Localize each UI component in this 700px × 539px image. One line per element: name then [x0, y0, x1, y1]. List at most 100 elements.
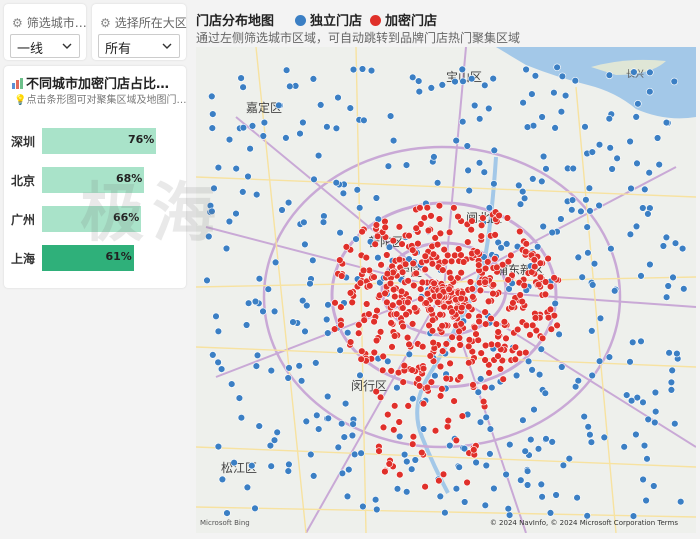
- store-marker[interactable]: [639, 475, 647, 484]
- store-marker[interactable]: [214, 327, 223, 335]
- store-marker[interactable]: [480, 168, 488, 176]
- store-marker[interactable]: [522, 65, 530, 74]
- store-marker[interactable]: [469, 381, 477, 389]
- store-marker[interactable]: [230, 459, 238, 467]
- store-marker[interactable]: [577, 207, 585, 216]
- store-marker[interactable]: [652, 407, 660, 416]
- store-marker[interactable]: [338, 469, 347, 477]
- store-marker[interactable]: [529, 321, 537, 329]
- store-marker[interactable]: [448, 333, 456, 341]
- store-marker[interactable]: [403, 488, 411, 496]
- store-marker[interactable]: [581, 123, 589, 131]
- store-marker[interactable]: [523, 123, 532, 131]
- store-marker[interactable]: [416, 204, 424, 212]
- store-marker[interactable]: [595, 201, 603, 210]
- store-marker[interactable]: [465, 342, 473, 351]
- store-marker[interactable]: [409, 259, 417, 268]
- store-marker[interactable]: [435, 477, 443, 485]
- store-marker[interactable]: [210, 184, 218, 193]
- store-marker[interactable]: [299, 118, 307, 127]
- store-marker[interactable]: [334, 93, 342, 102]
- store-marker[interactable]: [439, 266, 447, 274]
- store-marker[interactable]: [448, 308, 456, 316]
- store-marker[interactable]: [372, 387, 380, 396]
- store-marker[interactable]: [411, 456, 420, 464]
- bar-row[interactable]: 广州 66%: [4, 206, 184, 232]
- store-marker[interactable]: [244, 299, 253, 307]
- store-marker[interactable]: [482, 461, 490, 470]
- store-marker[interactable]: [353, 186, 362, 194]
- store-marker[interactable]: [477, 349, 485, 357]
- store-marker[interactable]: [441, 509, 449, 517]
- store-marker[interactable]: [303, 301, 311, 310]
- store-marker[interactable]: [511, 343, 520, 351]
- store-map[interactable]: 宝山区 嘉定区 闸北区 普陀区 长宁区 浦东新区 闵行区 松江区 长兴 Micr…: [196, 47, 696, 533]
- store-marker[interactable]: [389, 237, 398, 245]
- store-marker[interactable]: [584, 423, 592, 431]
- store-marker[interactable]: [402, 310, 410, 319]
- store-marker[interactable]: [620, 443, 628, 451]
- store-marker[interactable]: [444, 416, 453, 425]
- store-marker[interactable]: [331, 325, 339, 333]
- store-marker[interactable]: [365, 310, 373, 318]
- store-marker[interactable]: [393, 384, 401, 392]
- store-marker[interactable]: [489, 74, 497, 83]
- store-marker[interactable]: [410, 281, 418, 290]
- store-marker[interactable]: [469, 293, 477, 301]
- store-marker[interactable]: [284, 467, 293, 475]
- store-marker[interactable]: [391, 402, 399, 410]
- bar-row[interactable]: 上海 61%: [4, 245, 184, 271]
- store-marker[interactable]: [452, 136, 460, 145]
- store-marker[interactable]: [372, 194, 381, 202]
- store-marker[interactable]: [358, 347, 366, 355]
- store-marker[interactable]: [512, 371, 521, 380]
- store-marker[interactable]: [468, 75, 476, 83]
- store-marker[interactable]: [331, 299, 339, 307]
- store-marker[interactable]: [332, 179, 341, 187]
- store-marker[interactable]: [391, 292, 399, 301]
- store-marker[interactable]: [357, 355, 365, 363]
- store-marker[interactable]: [596, 314, 605, 322]
- store-marker[interactable]: [662, 233, 671, 242]
- store-marker[interactable]: [248, 462, 256, 470]
- store-marker[interactable]: [337, 321, 345, 329]
- store-marker[interactable]: [208, 92, 216, 101]
- store-marker[interactable]: [493, 263, 501, 272]
- store-marker[interactable]: [363, 300, 371, 308]
- store-marker[interactable]: [391, 332, 399, 340]
- store-marker[interactable]: [377, 261, 385, 269]
- store-marker[interactable]: [400, 361, 409, 370]
- store-marker[interactable]: [346, 104, 355, 112]
- store-marker[interactable]: [436, 492, 445, 501]
- store-marker[interactable]: [423, 204, 432, 212]
- store-marker[interactable]: [385, 460, 394, 468]
- store-marker[interactable]: [344, 329, 352, 337]
- store-marker[interactable]: [520, 281, 528, 290]
- store-marker[interactable]: [373, 505, 381, 514]
- store-marker[interactable]: [484, 297, 493, 306]
- store-marker[interactable]: [376, 393, 385, 401]
- store-marker[interactable]: [470, 446, 478, 454]
- store-marker[interactable]: [360, 116, 368, 125]
- region-select[interactable]: 所有: [98, 34, 180, 58]
- store-marker[interactable]: [411, 304, 419, 312]
- store-marker[interactable]: [539, 222, 547, 231]
- store-marker[interactable]: [639, 398, 647, 406]
- store-marker[interactable]: [341, 399, 350, 408]
- store-marker[interactable]: [509, 299, 517, 307]
- store-marker[interactable]: [477, 232, 485, 240]
- store-marker[interactable]: [490, 484, 498, 493]
- store-marker[interactable]: [404, 298, 412, 307]
- store-marker[interactable]: [209, 351, 217, 359]
- store-marker[interactable]: [345, 465, 353, 474]
- store-marker[interactable]: [447, 274, 455, 282]
- store-marker[interactable]: [588, 148, 596, 156]
- store-marker[interactable]: [528, 90, 536, 98]
- store-marker[interactable]: [375, 447, 383, 455]
- store-marker[interactable]: [320, 212, 328, 220]
- store-marker[interactable]: [645, 168, 653, 177]
- store-marker[interactable]: [408, 465, 416, 473]
- store-marker[interactable]: [252, 190, 261, 199]
- store-marker[interactable]: [522, 321, 531, 330]
- store-marker[interactable]: [336, 256, 344, 264]
